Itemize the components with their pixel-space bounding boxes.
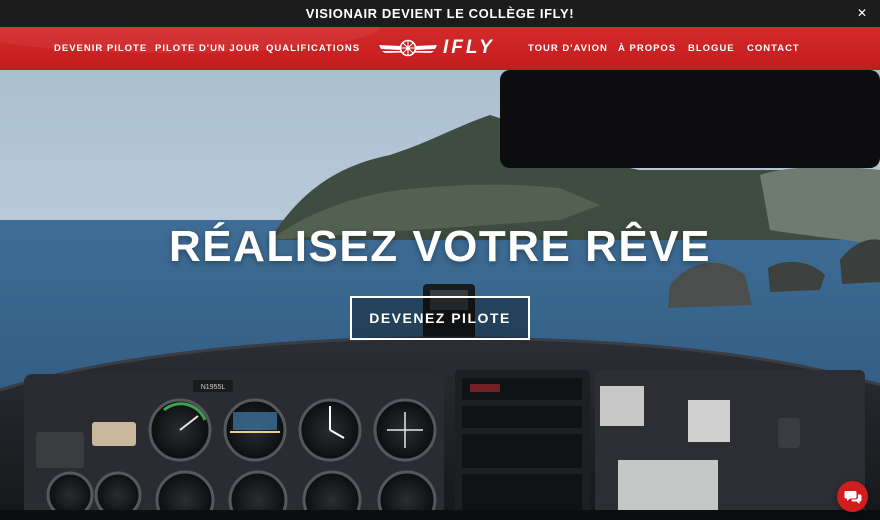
brand-logo[interactable]: IFLY: [379, 36, 503, 60]
tail-number-plate: N1955L: [201, 384, 226, 391]
main-navigation: DEVENIR PILOTE PILOTE D'UN JOUR QUALIFIC…: [0, 27, 880, 70]
nav-item-blogue[interactable]: BLOGUE: [688, 27, 735, 70]
close-icon[interactable]: ✕: [854, 5, 870, 21]
hero-headline: RÉALISEZ VOTRE RÊVE: [169, 222, 711, 271]
hero-section: N1955L RÉALISEZ VOTRE RÊVE DEVENEZ PILOT…: [0, 70, 880, 520]
announcement-bar: VISIONAIR DEVIENT LE COLLÈGE IFLY! ✕: [0, 0, 880, 27]
nav-item-a-propos[interactable]: À PROPOS: [618, 27, 676, 70]
become-pilot-button[interactable]: DEVENEZ PILOTE: [350, 296, 530, 340]
nav-item-devenir-pilote[interactable]: DEVENIR PILOTE: [54, 27, 147, 70]
nav-item-tour-davion[interactable]: TOUR D'AVION: [528, 27, 608, 70]
nav-item-pilote-dun-jour[interactable]: PILOTE D'UN JOUR: [155, 27, 260, 70]
chat-icon: [844, 490, 861, 504]
cockpit-view-illustration: N1955L: [0, 70, 880, 520]
chat-button[interactable]: [837, 481, 868, 512]
nav-item-qualifications[interactable]: QUALIFICATIONS: [266, 27, 360, 70]
wings-logo-icon: [379, 39, 437, 57]
brand-wordmark: IFLY: [443, 37, 495, 58]
announcement-text: VISIONAIR DEVIENT LE COLLÈGE IFLY!: [305, 6, 575, 21]
nav-item-contact[interactable]: CONTACT: [747, 27, 800, 70]
